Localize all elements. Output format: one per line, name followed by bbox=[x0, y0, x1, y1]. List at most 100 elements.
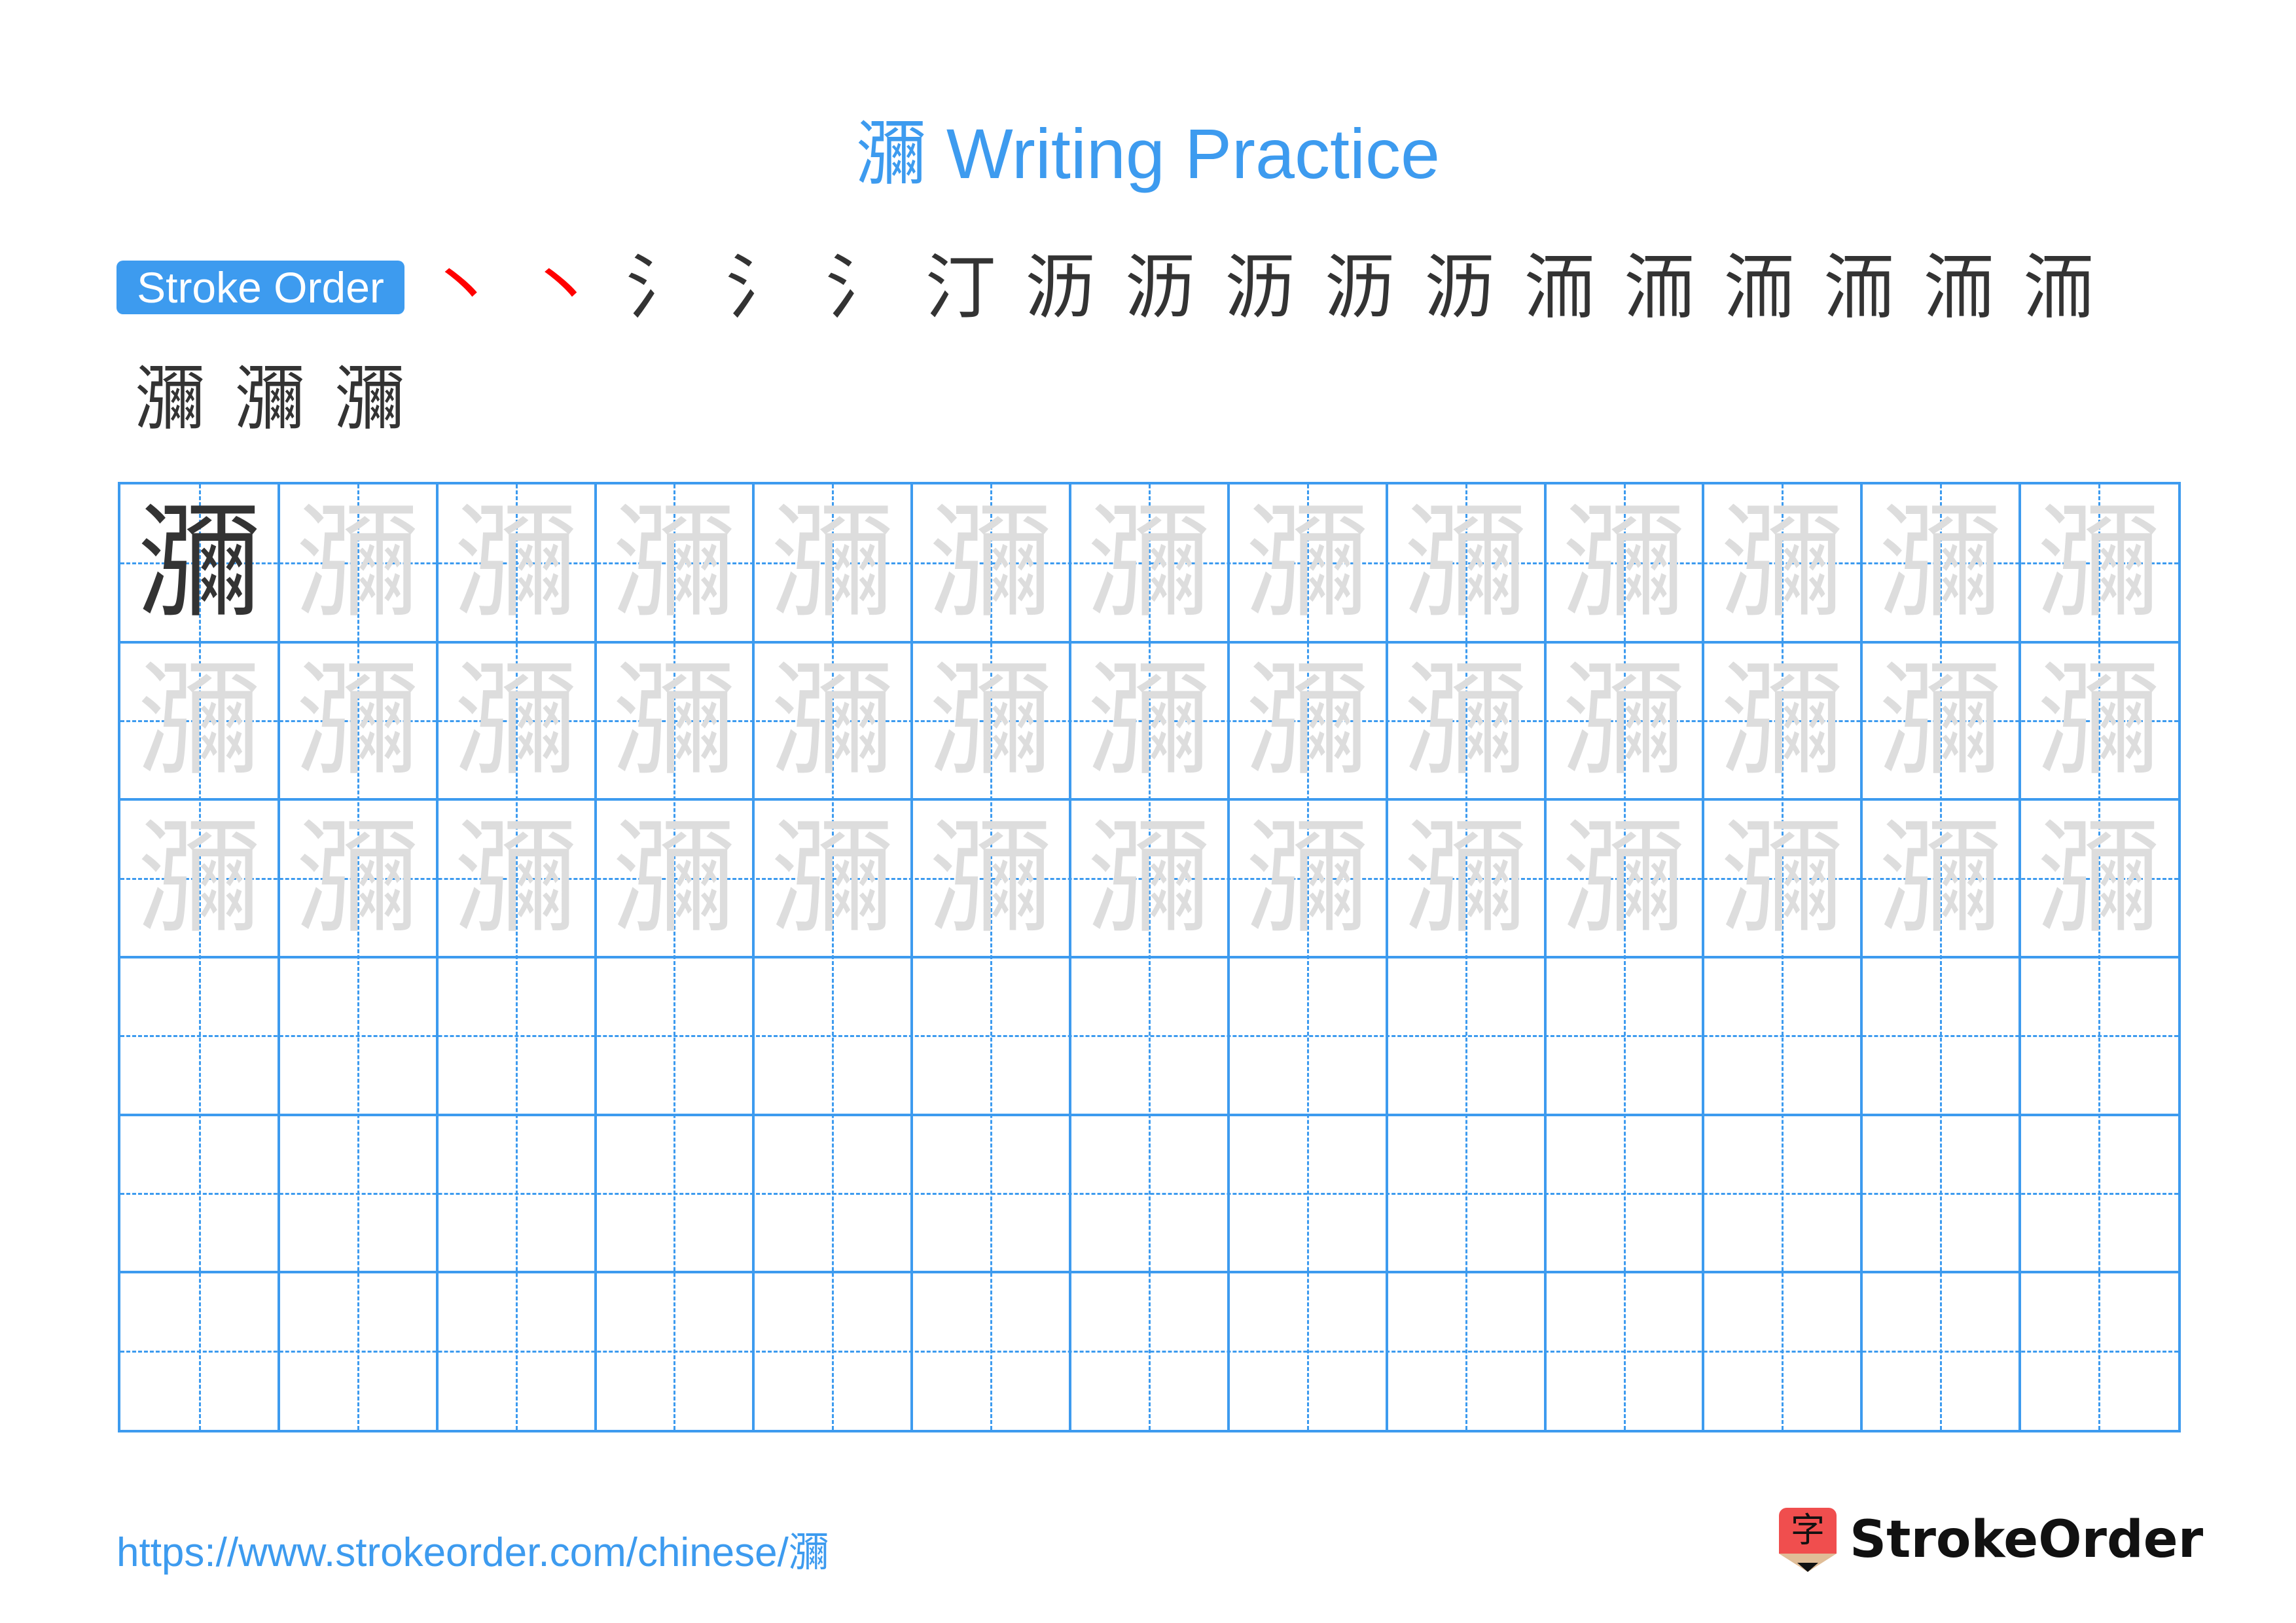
strokeorder-logo[interactable]: 字 StrokeOrder bbox=[1779, 1507, 2203, 1573]
practice-cell bbox=[1545, 957, 1704, 1115]
practice-cell bbox=[1387, 957, 1545, 1115]
practice-cell bbox=[279, 799, 437, 957]
stroke-step-17: 洏 bbox=[2022, 247, 2094, 329]
practice-cell bbox=[2020, 1272, 2178, 1430]
practice-cell bbox=[2020, 484, 2178, 642]
stroke-step-13: 洏 bbox=[1623, 247, 1695, 329]
practice-cell bbox=[1070, 799, 1229, 957]
stroke-step-14: 洏 bbox=[1723, 247, 1795, 329]
practice-cell bbox=[437, 799, 596, 957]
practice-cell bbox=[279, 642, 437, 800]
practice-cell bbox=[1703, 1115, 1861, 1273]
practice-cell bbox=[753, 1115, 912, 1273]
practice-cell bbox=[120, 1115, 279, 1273]
stroke-step-9: 沥 bbox=[1224, 247, 1295, 329]
practice-cell bbox=[1861, 799, 2020, 957]
practice-cell bbox=[1229, 484, 1387, 642]
practice-cell bbox=[912, 1272, 1070, 1430]
practice-cell bbox=[912, 799, 1070, 957]
practice-cell bbox=[1703, 484, 1861, 642]
stroke-step-12: 洏 bbox=[1524, 247, 1595, 329]
practice-cell bbox=[1703, 957, 1861, 1115]
practice-cell bbox=[279, 1272, 437, 1430]
footer-url-link[interactable]: https://www.strokeorder.com/chinese/瀰 bbox=[117, 1519, 829, 1578]
practice-cell bbox=[1861, 484, 2020, 642]
practice-cell bbox=[279, 957, 437, 1115]
practice-cell bbox=[437, 1272, 596, 1430]
practice-cell bbox=[120, 484, 279, 642]
stroke-step-2: 丶 bbox=[526, 247, 597, 329]
practice-cell bbox=[1545, 799, 1704, 957]
stroke-step-10: 沥 bbox=[1324, 247, 1395, 329]
practice-cell bbox=[753, 484, 912, 642]
practice-cell bbox=[437, 642, 596, 800]
practice-cell bbox=[279, 1115, 437, 1273]
practice-cell bbox=[1070, 957, 1229, 1115]
practice-cell bbox=[1387, 799, 1545, 957]
practice-cell bbox=[120, 642, 279, 800]
stroke-step-20: 瀰 bbox=[334, 358, 405, 440]
practice-cell bbox=[2020, 957, 2178, 1115]
practice-cell bbox=[1387, 1272, 1545, 1430]
practice-cell bbox=[596, 1115, 754, 1273]
stroke-step-7: 沥 bbox=[1024, 247, 1096, 329]
stroke-step-18: 瀰 bbox=[134, 358, 206, 440]
practice-cell bbox=[437, 957, 596, 1115]
practice-cell bbox=[1070, 1272, 1229, 1430]
practice-cell bbox=[1861, 642, 2020, 800]
practice-cell bbox=[2020, 642, 2178, 800]
practice-cell bbox=[1229, 957, 1387, 1115]
stroke-step-19: 瀰 bbox=[234, 358, 306, 440]
practice-cell bbox=[2020, 799, 2178, 957]
pencil-tip-shape bbox=[1797, 1563, 1818, 1572]
stroke-step-4: 氵 bbox=[725, 247, 797, 329]
page-title: 瀰 Writing Practice bbox=[855, 114, 1441, 193]
practice-cell bbox=[1861, 1115, 2020, 1273]
practice-cell bbox=[912, 1115, 1070, 1273]
stroke-step-11: 沥 bbox=[1424, 247, 1495, 329]
practice-cell bbox=[1703, 1272, 1861, 1430]
practice-cell bbox=[1070, 1115, 1229, 1273]
practice-cell bbox=[1861, 1272, 2020, 1430]
practice-cell bbox=[753, 799, 912, 957]
practice-cell bbox=[1229, 642, 1387, 800]
practice-cell bbox=[596, 484, 754, 642]
stroke-step-16: 洏 bbox=[1923, 247, 1994, 329]
practice-cell bbox=[1703, 642, 1861, 800]
logo-text: StrokeOrder bbox=[1850, 1510, 2204, 1569]
practice-cell bbox=[1387, 642, 1545, 800]
practice-cell bbox=[1545, 1272, 1704, 1430]
practice-cell bbox=[1387, 1115, 1545, 1273]
stroke-step-3: 氵 bbox=[625, 247, 696, 329]
practice-cell bbox=[1070, 642, 1229, 800]
stroke-step-6: 汀 bbox=[925, 247, 996, 329]
practice-cell bbox=[437, 1115, 596, 1273]
practice-cell bbox=[1545, 484, 1704, 642]
practice-cell bbox=[596, 799, 754, 957]
practice-cell bbox=[120, 957, 279, 1115]
practice-cell bbox=[2020, 1115, 2178, 1273]
practice-cell bbox=[912, 484, 1070, 642]
practice-cell bbox=[120, 799, 279, 957]
stroke-order-badge: Stroke Order bbox=[117, 261, 404, 314]
practice-cell bbox=[120, 1272, 279, 1430]
practice-cell bbox=[753, 642, 912, 800]
practice-cell bbox=[279, 484, 437, 642]
practice-cell bbox=[753, 1272, 912, 1430]
practice-cell bbox=[1861, 957, 2020, 1115]
practice-cell bbox=[1229, 799, 1387, 957]
stroke-step-5: 氵 bbox=[825, 247, 896, 329]
practice-grid: 瀰瀰瀰瀰瀰瀰瀰瀰瀰瀰瀰瀰瀰瀰瀰瀰瀰瀰瀰瀰瀰瀰瀰瀰瀰瀰瀰瀰瀰瀰瀰瀰瀰瀰瀰瀰瀰瀰瀰 bbox=[118, 482, 2181, 1432]
practice-cell bbox=[1545, 1115, 1704, 1273]
practice-cell bbox=[596, 1272, 754, 1430]
practice-cell bbox=[437, 484, 596, 642]
stroke-step-15: 洏 bbox=[1823, 247, 1894, 329]
practice-cell bbox=[1703, 799, 1861, 957]
practice-cell bbox=[1229, 1115, 1387, 1273]
practice-cell bbox=[912, 957, 1070, 1115]
practice-cell bbox=[1070, 484, 1229, 642]
pencil-logo-icon: 字 bbox=[1779, 1508, 1837, 1572]
practice-cell bbox=[596, 642, 754, 800]
practice-cell bbox=[1545, 642, 1704, 800]
stroke-step-1: 丶 bbox=[425, 247, 497, 329]
